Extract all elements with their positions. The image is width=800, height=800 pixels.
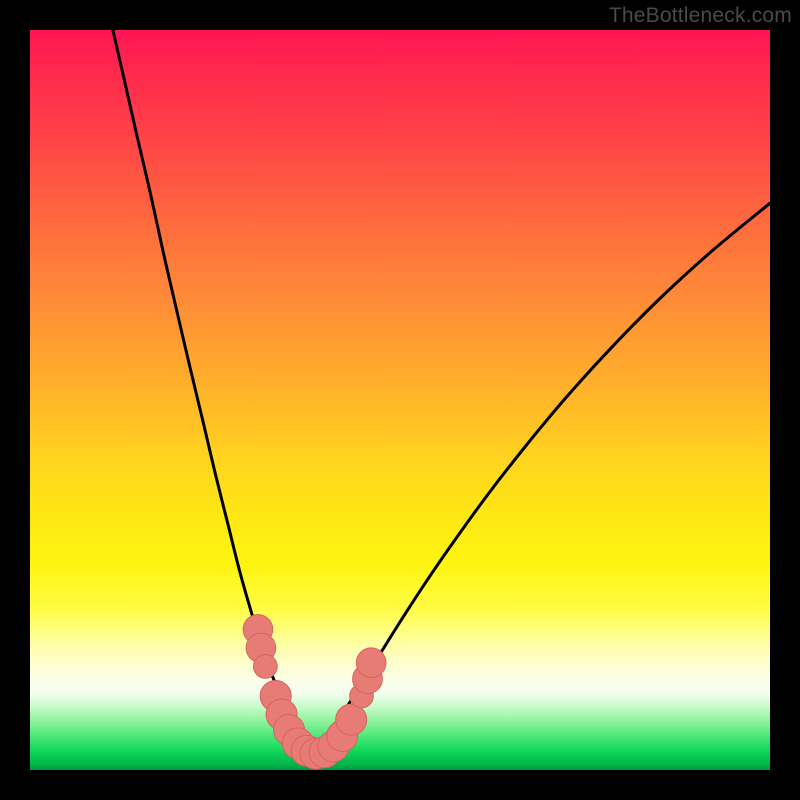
attribution-text: TheBottleneck.com (609, 4, 792, 28)
chart-svg (30, 30, 770, 770)
curve-left-branch (113, 30, 314, 752)
chart-frame: TheBottleneck.com (0, 0, 800, 800)
trough-marker (356, 648, 386, 678)
trough-markers (243, 615, 386, 770)
trough-marker (336, 704, 367, 735)
trough-marker (253, 655, 277, 679)
chart-plot-area (30, 30, 770, 770)
